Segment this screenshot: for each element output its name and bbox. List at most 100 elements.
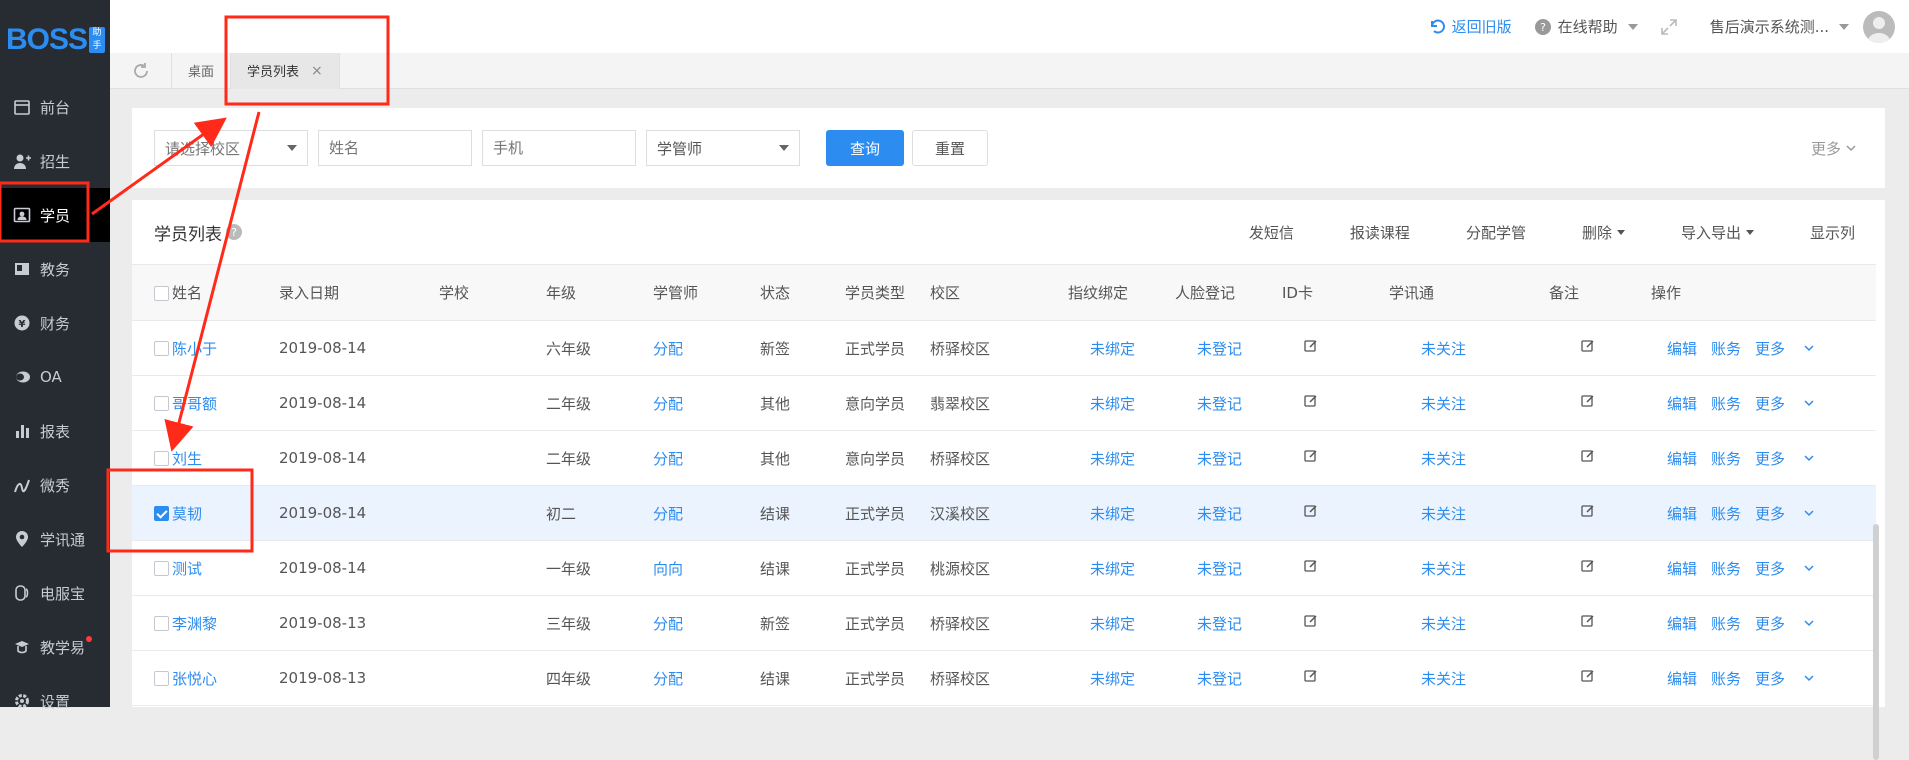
xuexuntong-link[interactable]: 未关注 [1389, 320, 1549, 376]
fullscreen-button[interactable] [1660, 18, 1684, 36]
table-row[interactable]: 莫韧 2019-08-14 初二 分配 结课 正式学员 汉溪校区 未绑定 未登记 未关注 编辑 账务更… [132, 485, 1876, 541]
edit-icon[interactable] [1581, 339, 1595, 357]
manager-link[interactable]: 向向 [653, 540, 760, 596]
edit-link[interactable]: 编辑 [1667, 450, 1697, 468]
sidebar-item-2[interactable]: 学员 [0, 188, 110, 242]
xuexuntong-link[interactable]: 未关注 [1389, 595, 1549, 651]
refresh-button[interactable] [110, 52, 172, 89]
table-row[interactable]: 陈小于 2019-08-14 六年级 分配 新签 正式学员 桥驿校区 未绑定 未登记 未关注 编辑账… [132, 320, 1876, 376]
edit-icon[interactable] [1581, 504, 1595, 522]
more-ops-menu[interactable]: 更多 [1755, 503, 1815, 524]
manager-select[interactable]: 学管师 [646, 130, 800, 166]
student-name-link[interactable]: 张悦心 [172, 650, 279, 706]
tab-desktop[interactable]: 桌面 [172, 52, 232, 89]
xuexuntong-link[interactable]: 未关注 [1389, 375, 1549, 431]
sidebar-item-11[interactable]: 设置 [0, 674, 110, 728]
edit-icon[interactable] [1304, 339, 1318, 357]
account-link[interactable]: 账务 [1711, 395, 1741, 413]
sidebar-item-9[interactable]: 电服宝 [0, 566, 110, 620]
back-old-version-link[interactable]: 返回旧版 [1428, 16, 1512, 37]
row-checkbox[interactable] [154, 396, 169, 411]
face-link[interactable]: 未登记 [1175, 540, 1282, 596]
edit-icon[interactable] [1304, 559, 1318, 577]
manager-link[interactable]: 分配 [653, 595, 760, 651]
edit-icon[interactable] [1581, 614, 1595, 632]
student-name-link[interactable]: 刘生 [172, 430, 279, 486]
table-row[interactable]: 哥哥额 2019-08-14 二年级 分配 其他 意向学员 翡翠校区 未绑定 未登记 未关注 编辑账… [132, 375, 1876, 431]
panel-action-0[interactable]: 发短信 [1221, 222, 1294, 243]
row-checkbox[interactable] [154, 671, 169, 686]
account-link[interactable]: 账务 [1711, 615, 1741, 633]
manager-link[interactable]: 分配 [653, 430, 760, 486]
more-ops-menu[interactable]: 更多 [1755, 558, 1815, 579]
panel-action-4[interactable]: 导入导出 [1653, 222, 1754, 243]
table-row[interactable]: 李渊黎 2019-08-13 三年级 分配 新签 正式学员 桥驿校区 未绑定 未登记 未关注 编辑账… [132, 595, 1876, 651]
search-button[interactable]: 查询 [826, 130, 904, 166]
edit-link[interactable]: 编辑 [1667, 340, 1697, 358]
fingerprint-link[interactable]: 未绑定 [1068, 430, 1175, 486]
tab-student-list[interactable]: 学员列表 × [231, 52, 340, 89]
student-name-link[interactable]: 陈小于 [172, 320, 279, 376]
panel-action-5[interactable]: 显示列 [1782, 222, 1855, 243]
edit-link[interactable]: 编辑 [1667, 505, 1697, 523]
more-ops-menu[interactable]: 更多 [1755, 613, 1815, 634]
edit-icon[interactable] [1304, 614, 1318, 632]
sidebar-item-6[interactable]: 报表 [0, 404, 110, 458]
account-link[interactable]: 账务 [1711, 670, 1741, 688]
reset-button[interactable]: 重置 [912, 130, 988, 166]
online-help-menu[interactable]: ? 在线帮助 [1534, 16, 1638, 37]
table-row[interactable]: 刘生 2019-08-14 二年级 分配 其他 意向学员 桥驿校区 未绑定 未登记 未关注 编辑 账务… [132, 430, 1876, 486]
fingerprint-link[interactable]: 未绑定 [1068, 540, 1175, 596]
campus-select[interactable]: 请选择校区 [154, 130, 308, 166]
edit-link[interactable]: 编辑 [1667, 615, 1697, 633]
edit-icon[interactable] [1304, 669, 1318, 687]
xuexuntong-link[interactable]: 未关注 [1389, 650, 1549, 706]
student-name-link[interactable]: 莫韧 [172, 485, 279, 541]
avatar[interactable] [1863, 10, 1895, 43]
name-input[interactable] [318, 130, 472, 166]
more-ops-menu[interactable]: 更多 [1755, 668, 1815, 689]
edit-icon[interactable] [1304, 449, 1318, 467]
edit-icon[interactable] [1581, 449, 1595, 467]
edit-icon[interactable] [1581, 394, 1595, 412]
sidebar-item-10[interactable]: 教学易 [0, 620, 110, 674]
fingerprint-link[interactable]: 未绑定 [1068, 485, 1175, 541]
account-link[interactable]: 账务 [1711, 505, 1741, 523]
edit-link[interactable]: 编辑 [1667, 670, 1697, 688]
student-name-link[interactable]: 哥哥额 [172, 375, 279, 431]
face-link[interactable]: 未登记 [1175, 430, 1282, 486]
more-filter-toggle[interactable]: 更多 [1811, 138, 1857, 159]
fingerprint-link[interactable]: 未绑定 [1068, 595, 1175, 651]
sidebar-item-0[interactable]: 前台 [0, 80, 110, 134]
row-checkbox[interactable] [154, 561, 169, 576]
manager-link[interactable]: 分配 [653, 650, 760, 706]
fingerprint-link[interactable]: 未绑定 [1068, 320, 1175, 376]
face-link[interactable]: 未登记 [1175, 375, 1282, 431]
fingerprint-link[interactable]: 未绑定 [1068, 375, 1175, 431]
edit-icon[interactable] [1581, 559, 1595, 577]
face-link[interactable]: 未登记 [1175, 650, 1282, 706]
more-ops-menu[interactable]: 更多 [1755, 448, 1815, 469]
fingerprint-link[interactable]: 未绑定 [1068, 650, 1175, 706]
manager-link[interactable]: 分配 [653, 320, 760, 376]
account-link[interactable]: 账务 [1711, 560, 1741, 578]
xuexuntong-link[interactable]: 未关注 [1389, 485, 1549, 541]
more-ops-menu[interactable]: 更多 [1755, 393, 1815, 414]
sidebar-item-5[interactable]: OA [0, 350, 110, 404]
face-link[interactable]: 未登记 [1175, 595, 1282, 651]
table-row[interactable]: 测试 2019-08-14 一年级 向向 结课 正式学员 桃源校区 未绑定 未登记 未关注 编辑 账务… [132, 540, 1876, 596]
panel-action-2[interactable]: 分配学管 [1438, 222, 1526, 243]
edit-link[interactable]: 编辑 [1667, 395, 1697, 413]
manager-link[interactable]: 分配 [653, 375, 760, 431]
sidebar-item-1[interactable]: 招生 [0, 134, 110, 188]
account-link[interactable]: 账务 [1711, 450, 1741, 468]
sidebar-item-4[interactable]: ¥ 财务 [0, 296, 110, 350]
edit-link[interactable]: 编辑 [1667, 560, 1697, 578]
row-checkbox[interactable] [154, 506, 169, 521]
row-checkbox[interactable] [154, 341, 169, 356]
xuexuntong-link[interactable]: 未关注 [1389, 430, 1549, 486]
edit-icon[interactable] [1581, 669, 1595, 687]
panel-action-1[interactable]: 报读课程 [1322, 222, 1410, 243]
help-icon[interactable]: ? [226, 224, 242, 240]
xuexuntong-link[interactable]: 未关注 [1389, 540, 1549, 596]
